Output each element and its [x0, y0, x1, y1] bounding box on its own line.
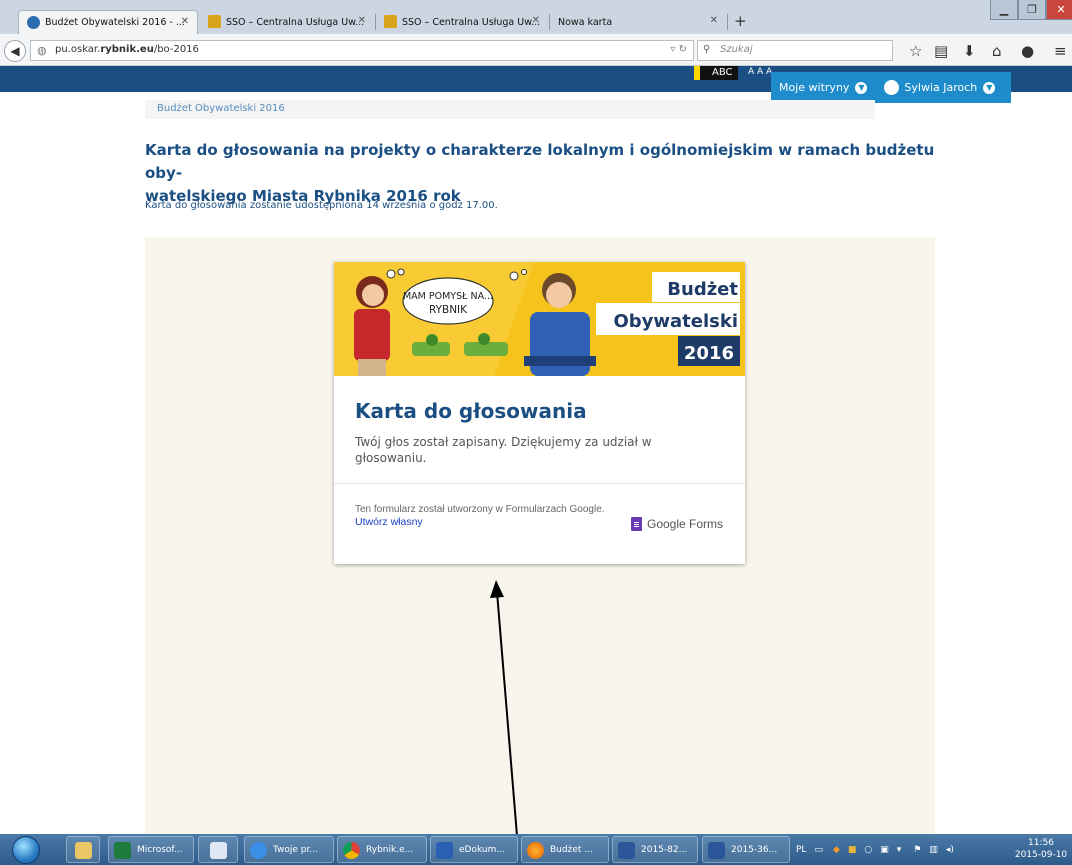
app-tray-icon[interactable]: ■ — [848, 845, 857, 855]
network-icon[interactable]: ▥ — [929, 845, 938, 855]
taskbar-word-1[interactable]: 2015-82... — [612, 836, 698, 863]
taskbar-label: Twoje pr... — [273, 844, 318, 855]
taskbar-label: eDokum... — [459, 844, 505, 855]
taskbar-firefox[interactable]: Budżet ... — [521, 836, 609, 863]
taskbar-label: 2015-82... — [641, 844, 688, 855]
excel-icon — [114, 842, 131, 859]
annotation-arrow — [490, 580, 520, 861]
taskbar-excel[interactable]: Microsof... — [108, 836, 194, 863]
clock-time: 11:56 — [1028, 838, 1054, 848]
word-icon — [708, 842, 725, 859]
language-indicator[interactable]: PL — [796, 845, 806, 855]
folder-icon — [75, 842, 92, 859]
system-tray: PL ▭ ◆ ■ ○ ▣ ▾ ⚑ ▥ ◂) — [796, 836, 954, 863]
clock-date: 2015-09-10 — [1014, 850, 1068, 860]
keyboard-icon[interactable]: ▭ — [814, 845, 823, 855]
monitor-tray-icon[interactable]: ▣ — [880, 845, 889, 855]
word-icon — [618, 842, 635, 859]
taskbar-explorer[interactable] — [66, 836, 100, 863]
taskbar-edokumenty[interactable]: eDokum... — [430, 836, 518, 863]
taskbar-word-2[interactable]: 2015-36... — [702, 836, 790, 863]
firefox-icon — [527, 842, 544, 859]
chrome-icon — [343, 842, 360, 859]
mail-icon — [210, 842, 227, 859]
edokumenty-icon — [436, 842, 453, 859]
taskbar-label: Rybnik.e... — [366, 844, 414, 855]
start-button[interactable] — [12, 836, 40, 864]
circle-tray-icon[interactable]: ○ — [864, 845, 872, 855]
pin-tray-icon[interactable]: ▾ — [897, 845, 902, 855]
taskbar-chrome[interactable]: Rybnik.e... — [337, 836, 427, 863]
taskbar-label: Microsof... — [137, 844, 183, 855]
taskbar-clock[interactable]: 11:56 2015-09-10 — [1012, 837, 1070, 861]
flag-icon[interactable]: ⚑ — [913, 845, 921, 855]
volume-icon[interactable]: ◂) — [946, 845, 954, 855]
taskbar-label: 2015-36... — [731, 844, 778, 855]
taskbar-label: Budżet ... — [550, 844, 593, 855]
taskbar-ie[interactable]: Twoje pr... — [244, 836, 334, 863]
flame-icon[interactable]: ◆ — [833, 845, 840, 855]
internet-explorer-icon — [250, 842, 267, 859]
taskbar-mail[interactable] — [198, 836, 238, 863]
